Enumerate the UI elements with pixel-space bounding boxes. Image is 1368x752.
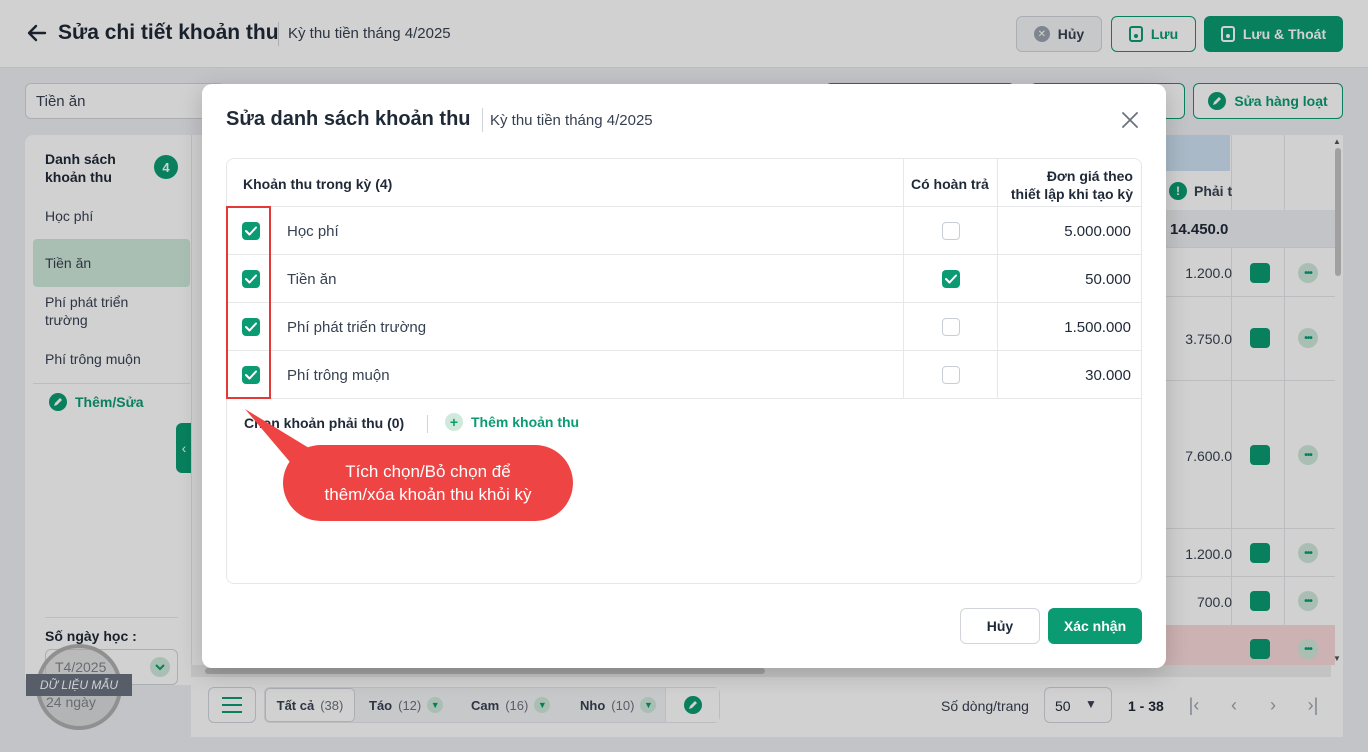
column-header-unit-price-line1: Đơn giá theo	[1046, 168, 1133, 184]
unit-price-cell: 5.000.000	[1064, 223, 1131, 240]
column-divider	[997, 159, 998, 399]
column-header-unit-price: Đơn giá theo thiết lập khi tạo kỳ	[999, 167, 1133, 203]
row-divider	[227, 350, 1141, 351]
unit-price-cell: 50.000	[1085, 271, 1131, 288]
row-divider	[227, 302, 1141, 303]
fee-name-cell: Học phí	[287, 223, 339, 240]
column-header-unit-price-line2: thiết lập khi tạo kỳ	[1010, 186, 1133, 202]
callout-line-2: thêm/xóa khoản thu khỏi kỳ	[324, 485, 532, 504]
unit-price-cell: 1.500.000	[1064, 319, 1131, 336]
annotation-highlight-box	[226, 206, 271, 399]
plus-icon: +	[445, 413, 463, 431]
row-divider	[227, 206, 1141, 207]
annotation-callout: Tích chọn/Bỏ chọn để thêm/xóa khoản thu …	[283, 445, 573, 521]
unit-price-cell: 30.000	[1085, 367, 1131, 384]
modal-title: Sửa danh sách khoản thu	[226, 108, 471, 130]
fee-name-cell: Tiền ăn	[287, 271, 337, 288]
callout-line-1: Tích chọn/Bỏ chọn để	[345, 462, 511, 481]
modal-title-divider	[482, 108, 483, 132]
refund-checkbox[interactable]	[942, 366, 960, 384]
section-divider	[427, 415, 428, 433]
refund-checkbox[interactable]	[942, 270, 960, 288]
modal-cancel-button[interactable]: Hủy	[960, 608, 1040, 644]
modal-confirm-button[interactable]: Xác nhận	[1048, 608, 1142, 644]
refund-checkbox[interactable]	[942, 222, 960, 240]
refund-checkbox[interactable]	[942, 318, 960, 336]
row-divider	[227, 254, 1141, 255]
modal-subtitle: Kỳ thu tiền tháng 4/2025	[490, 112, 653, 129]
column-header-fee-name: Khoản thu trong kỳ (4)	[243, 176, 393, 192]
close-icon[interactable]	[1121, 111, 1139, 129]
fee-name-cell: Phí trông muộn	[287, 367, 390, 384]
fee-name-cell: Phí phát triển trường	[287, 319, 427, 336]
edit-fee-list-modal: Sửa danh sách khoản thu Kỳ thu tiền thán…	[202, 84, 1166, 668]
column-header-refund: Có hoàn trả	[911, 176, 989, 192]
add-fee-label: Thêm khoản thu	[471, 414, 580, 430]
column-divider	[903, 159, 904, 399]
row-divider	[227, 398, 1141, 399]
add-fee-button[interactable]: + Thêm khoản thu	[445, 413, 579, 431]
